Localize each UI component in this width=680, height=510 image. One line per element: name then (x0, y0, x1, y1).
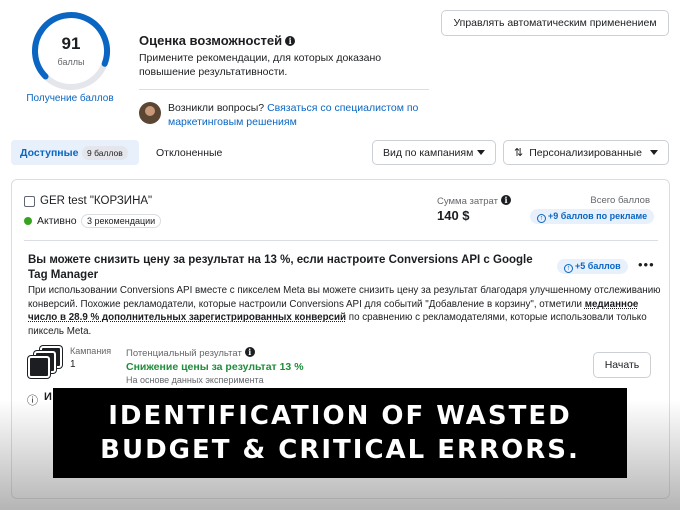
info-icon[interactable]: i (244, 347, 255, 357)
auto-apply-button[interactable]: Управлять автоматическим применением (441, 10, 669, 36)
recommendations-badge: 3 рекомендации (81, 214, 162, 228)
divider (24, 240, 658, 241)
more-options-icon[interactable]: ••• (638, 257, 655, 272)
potential-result-note: На основе данных эксперимента (126, 375, 264, 385)
caption-line-1: IDENTIFICATION OF WASTED (108, 401, 572, 431)
potential-result-label: Потенциальный результат i (126, 347, 255, 359)
campaign-status: Активно (37, 215, 77, 227)
spend-label: Сумма затрат i (437, 195, 511, 207)
chevron-down-icon (650, 150, 658, 155)
start-button[interactable]: Начать (593, 352, 651, 378)
info-icon[interactable]: i (285, 36, 296, 46)
campaign-stack-icon (28, 346, 64, 380)
chevron-down-icon (477, 150, 485, 155)
recommendation-title: Вы можете снизить цену за результат на 1… (28, 254, 533, 281)
total-score-label: Всего баллов (590, 195, 650, 206)
recommendation-score-pill: ↑ +5 баллов (557, 259, 628, 274)
caption-overlay: IDENTIFICATION OF WASTED BUDGET & CRITIC… (53, 388, 627, 478)
help-text: Возникли вопросы? Связаться со специалис… (168, 102, 419, 128)
recommendation-description: При использовании Conversions API вместе… (28, 285, 661, 337)
get-score-link[interactable]: Получение баллов (14, 93, 126, 104)
personalized-sort-dropdown[interactable]: ⇅ Персонализированные (503, 140, 669, 165)
sort-icon: ⇅ (514, 147, 524, 159)
divider (139, 89, 429, 90)
arrow-up-icon: ↑ (564, 264, 573, 273)
page-description: Примените рекомендации, для которых дока… (139, 52, 382, 78)
view-by-campaigns-dropdown[interactable]: Вид по кампаниям (372, 140, 496, 165)
campaign-name[interactable]: GER test "КОРЗИНА" (40, 195, 152, 207)
campaign-checkbox[interactable] (24, 196, 35, 207)
spend-value: 140 $ (437, 208, 470, 223)
potential-result-value: Снижение цены за результат 13 % (126, 361, 304, 373)
score-value: 91 (61, 34, 81, 53)
page-title: Оценка возможностей i (139, 33, 296, 48)
tab-available-badge: 9 баллов (82, 146, 128, 160)
tab-available-label: Доступные (20, 147, 79, 159)
total-score-pill: ↑ +9 баллов по рекламе (530, 209, 655, 224)
avatar (139, 102, 161, 124)
status-dot-icon (24, 217, 32, 225)
caption-line-2: BUDGET & CRITICAL ERRORS. (100, 435, 580, 465)
info-icon[interactable]: i (500, 195, 511, 205)
score-unit: баллы (57, 57, 85, 67)
view-by-campaigns-label: Вид по кампаниям (383, 146, 474, 159)
tab-rejected[interactable]: Отклоненные (156, 147, 222, 159)
personalized-sort-label: Персонализированные (529, 146, 642, 159)
arrow-up-icon: ↑ (537, 214, 546, 223)
campaigns-label: Кампания (70, 346, 112, 356)
campaigns-count: 1 (70, 359, 76, 370)
